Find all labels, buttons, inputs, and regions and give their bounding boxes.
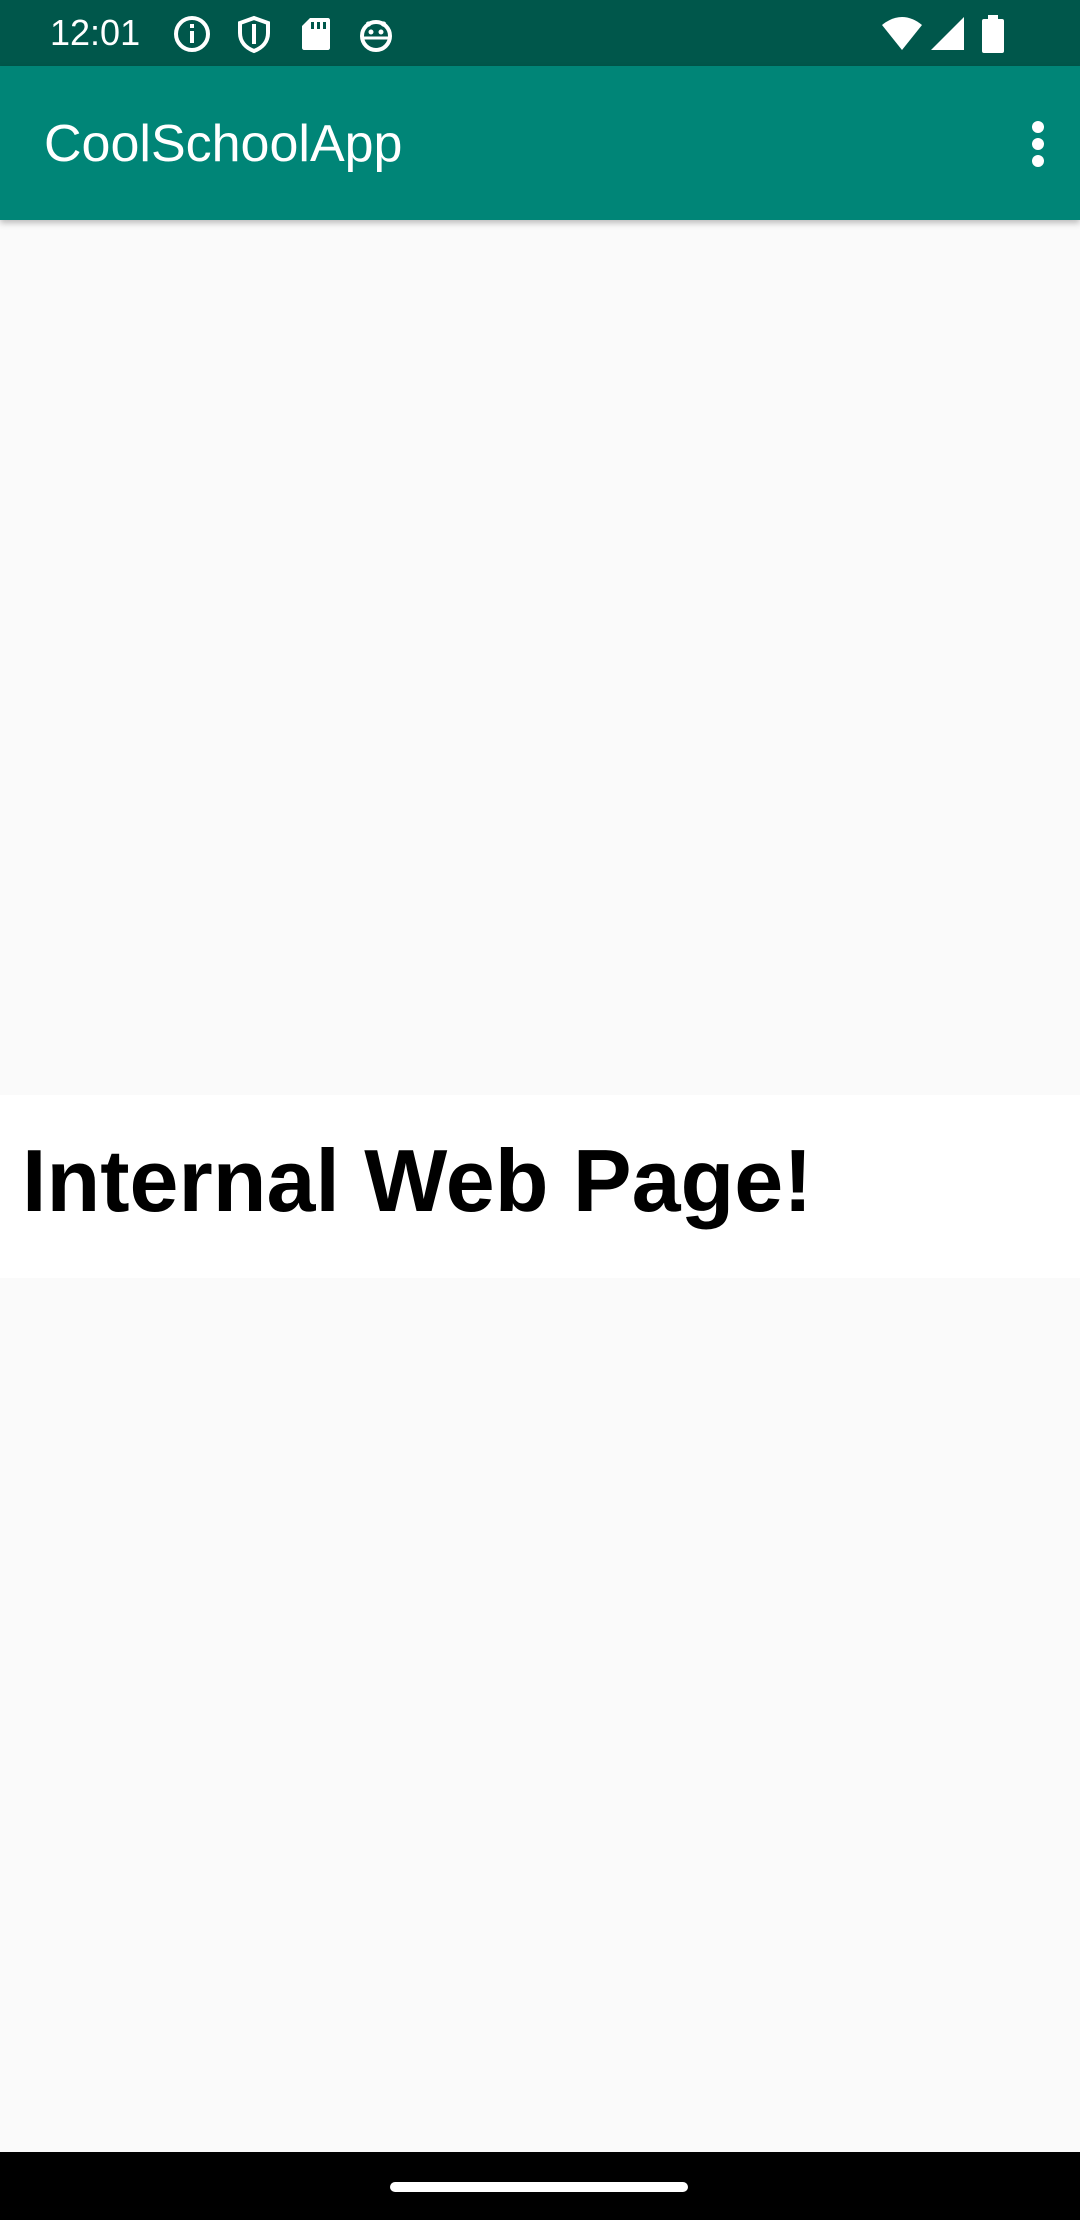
screen: 12:01 CoolSchoolApp Internal Web Page! <box>0 0 1080 2220</box>
wifi-icon <box>880 14 924 54</box>
more-vert-icon <box>1032 121 1044 167</box>
info-icon <box>172 14 212 54</box>
android-debug-icon <box>356 14 396 54</box>
status-time: 12:01 <box>50 12 141 53</box>
signal-icon <box>928 14 968 54</box>
shield-icon <box>234 14 274 54</box>
app-title: CoolSchoolApp <box>44 115 403 173</box>
battery-icon <box>980 14 1006 54</box>
main-content: Internal Web Page! <box>0 220 1080 2152</box>
status-bar: 12:01 <box>0 0 1080 66</box>
home-gesture-handle[interactable] <box>390 2182 688 2192</box>
sd-card-icon <box>296 14 336 54</box>
navigation-bar <box>0 2152 1080 2220</box>
web-view[interactable]: Internal Web Page! <box>0 1095 1080 1278</box>
more-options-button[interactable] <box>980 104 1060 184</box>
web-page-heading: Internal Web Page! <box>22 1131 813 1230</box>
app-bar: CoolSchoolApp <box>0 66 1080 220</box>
